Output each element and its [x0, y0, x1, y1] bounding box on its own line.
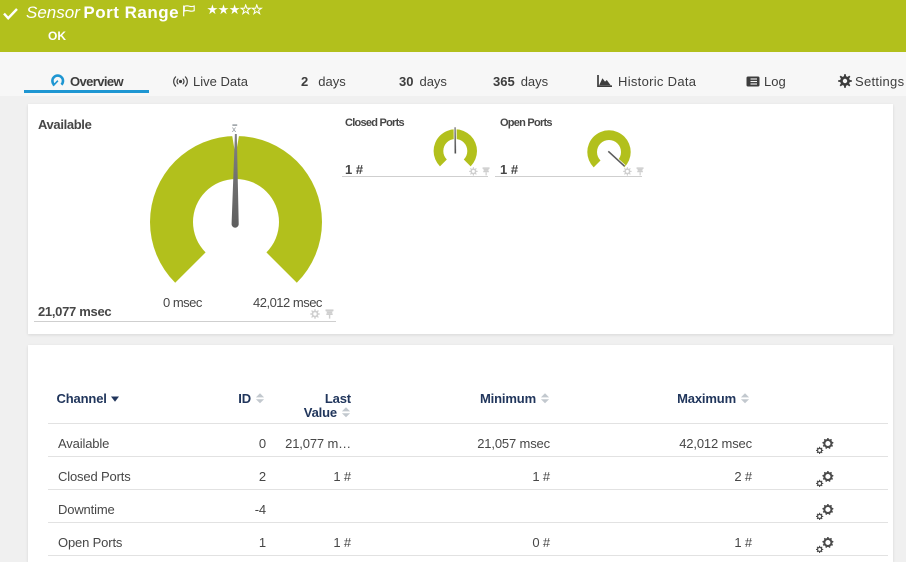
svg-text:x: x — [232, 124, 237, 134]
